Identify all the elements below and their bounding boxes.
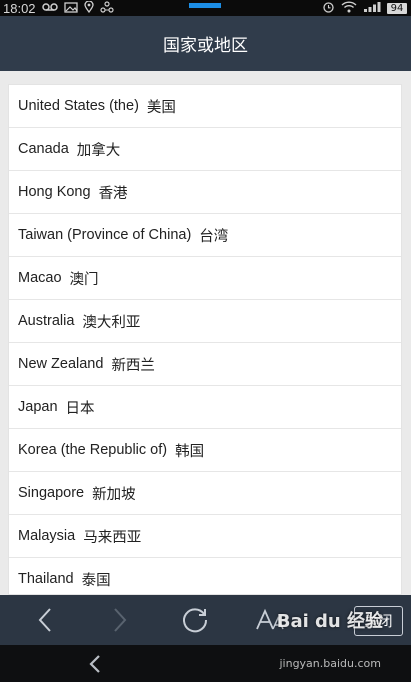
location-icon [83, 0, 94, 15]
refresh-icon [183, 608, 208, 633]
list-item-malaysia[interactable]: Malaysia 马来西亚 [9, 515, 401, 558]
country-name-cn: 澳大利亚 [82, 314, 141, 331]
country-name-en: Malaysia [18, 528, 76, 544]
country-name-cn: 美国 [146, 99, 176, 116]
share-icon [99, 1, 114, 15]
country-name-en: Canada [18, 141, 69, 157]
country-name-cn: 韩国 [175, 443, 205, 460]
list-item-macao[interactable]: Macao 澳门 [9, 257, 401, 300]
system-back-button[interactable] [80, 645, 110, 682]
notification-indicator [189, 3, 221, 8]
country-name-en: Taiwan (Province of China) [18, 227, 192, 243]
list-item-thailand[interactable]: Thailand 泰国 [9, 558, 401, 594]
country-name-cn: 泰国 [81, 572, 111, 589]
country-name-cn: 马来西亚 [83, 529, 142, 546]
back-arrow-icon [89, 654, 100, 673]
list-item-taiwan[interactable]: Taiwan (Province of China) 台湾 [9, 214, 401, 257]
chevron-left-icon [38, 608, 51, 632]
forward-button[interactable] [95, 595, 145, 645]
country-name-cn: 香港 [98, 185, 128, 202]
country-name-en: Japan [18, 399, 58, 415]
country-name-en: Hong Kong [18, 184, 91, 200]
country-list[interactable]: United States (the) 美国 Canada 加拿大 Hong K… [8, 84, 402, 595]
country-name-cn: 加拿大 [76, 142, 121, 159]
list-item-united-states[interactable]: United States (the) 美国 [9, 85, 401, 128]
country-name-en: United States (the) [18, 98, 139, 114]
voicemail-icon [41, 2, 58, 14]
list-item-japan[interactable]: Japan 日本 [9, 386, 401, 429]
page-title: 国家或地区 [163, 36, 248, 56]
alarm-icon [322, 1, 335, 15]
signal-icon [363, 1, 381, 15]
country-name-en: Australia [18, 313, 75, 329]
country-name-en: Korea (the Republic of) [18, 442, 168, 458]
list-item-hong-kong[interactable]: Hong Kong 香港 [9, 171, 401, 214]
list-item-singapore[interactable]: Singapore 新加坡 [9, 472, 401, 515]
country-name-en: New Zealand [18, 356, 104, 372]
status-time: 18:02 [3, 0, 36, 16]
baidu-jingyan-watermark: Bai du 经验 [276, 611, 383, 632]
country-name-cn: 台湾 [199, 228, 229, 245]
battery-icon: 94 [387, 2, 407, 14]
country-name-cn: 新加坡 [92, 486, 136, 503]
country-name-en: Thailand [18, 571, 74, 587]
refresh-button[interactable] [170, 595, 220, 645]
country-name-cn: 日本 [65, 400, 95, 417]
back-button[interactable] [20, 595, 70, 645]
country-name-cn: 新西兰 [111, 357, 155, 374]
country-name-en: Macao [18, 270, 62, 286]
watermark-url: jingyan.baidu.com [279, 657, 381, 670]
list-item-australia[interactable]: Australia 澳大利亚 [9, 300, 401, 343]
list-item-new-zealand[interactable]: New Zealand 新西兰 [9, 343, 401, 386]
list-item-korea[interactable]: Korea (the Republic of) 韩国 [9, 429, 401, 472]
country-name-en: Singapore [18, 485, 85, 501]
image-icon [63, 1, 78, 15]
title-bar: 国家或地区 [0, 16, 411, 71]
country-name-cn: 澳门 [69, 271, 99, 288]
list-item-canada[interactable]: Canada 加拿大 [9, 128, 401, 171]
status-bar: 18:02 94 [0, 0, 411, 16]
chevron-right-icon [114, 608, 127, 632]
wifi-icon [341, 1, 357, 15]
